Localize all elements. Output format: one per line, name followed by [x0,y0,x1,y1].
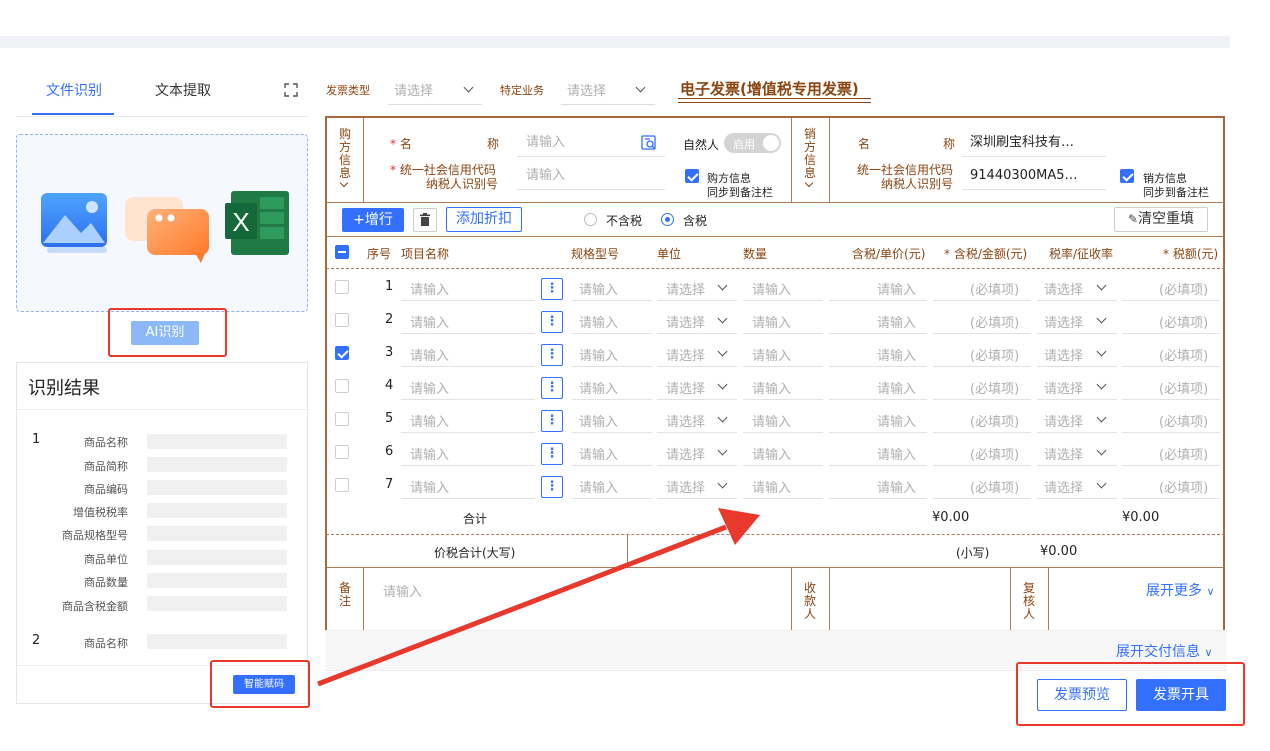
annotation-arrow [317,508,760,687]
invoice-page: 文件识别 文本提取 X AI识别 识别结果 1 商品名称 商品简称 商品编码 增… [0,0,1270,751]
